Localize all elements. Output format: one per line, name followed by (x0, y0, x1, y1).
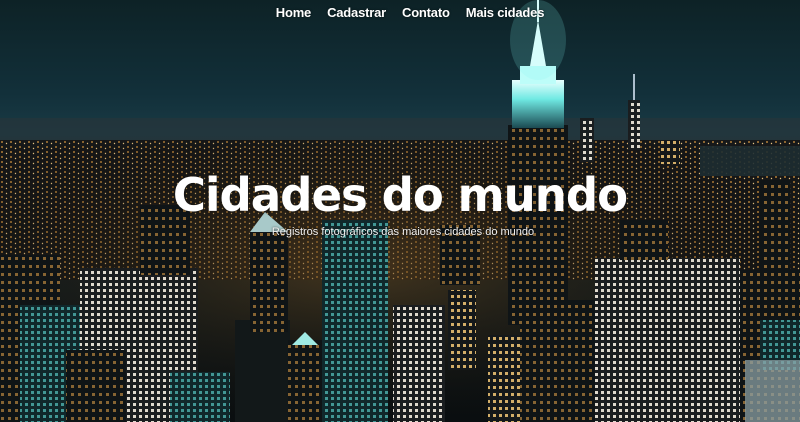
hero-title: Cidades do mundo (172, 168, 628, 222)
nav-link-contato[interactable]: Contato (402, 5, 450, 20)
hero-text: Cidades do mundo Registros fotográficos … (0, 168, 800, 238)
hero-subtitle: Registros fotográficos das maiores cidad… (271, 226, 535, 238)
nav-link-cadastrar[interactable]: Cadastrar (327, 5, 386, 20)
main-navigation: Home Cadastrar Contato Mais cidades (0, 5, 800, 20)
nav-link-home[interactable]: Home (276, 5, 312, 20)
nav-link-mais-cidades[interactable]: Mais cidades (466, 5, 545, 20)
hero-section: Home Cadastrar Contato Mais cidades Cida… (0, 0, 800, 422)
